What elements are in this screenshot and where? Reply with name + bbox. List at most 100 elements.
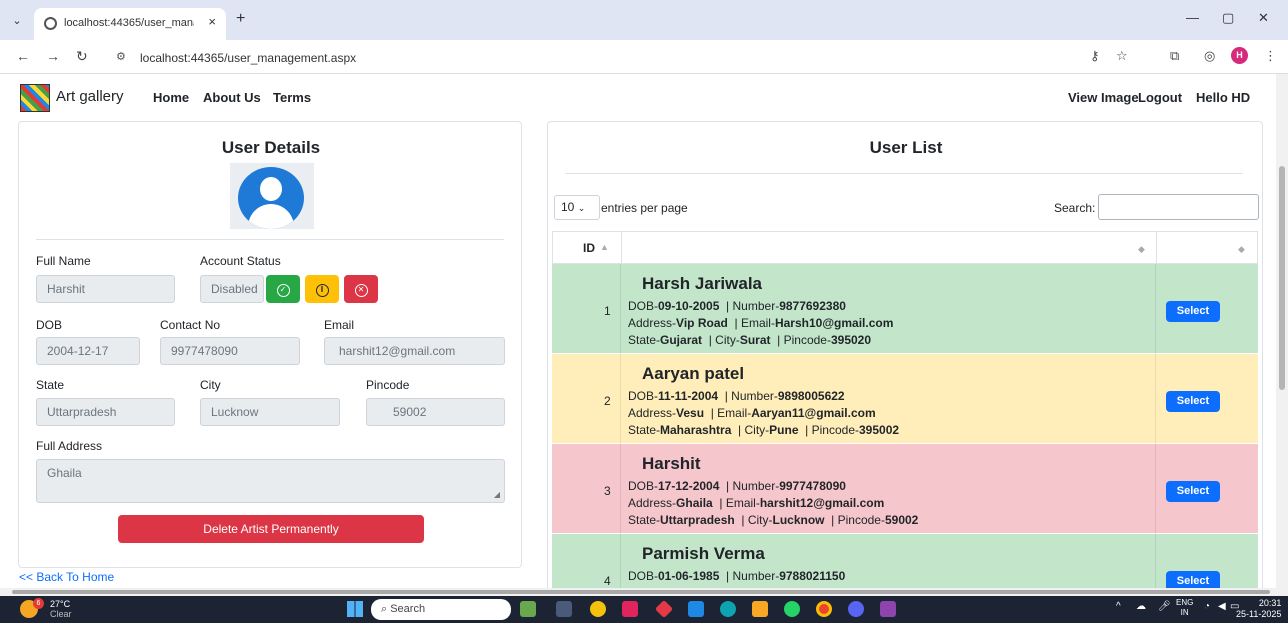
tab-search-icon[interactable]: ⌄ bbox=[8, 12, 26, 30]
user-address-email: Address-Vip Road | Email-Harsh10@gmail.c… bbox=[628, 316, 894, 330]
taskbar-search[interactable]: ⌕ Search bbox=[371, 599, 511, 620]
user-name: Harshit bbox=[642, 454, 701, 473]
contact-field[interactable]: 9977478090 bbox=[160, 337, 300, 365]
pincode-field[interactable]: 59002 bbox=[366, 398, 505, 426]
app-icon[interactable] bbox=[520, 601, 536, 617]
account-status-field[interactable]: Disabled bbox=[200, 275, 264, 303]
browser-tab[interactable]: localhost:44365/user_managem × bbox=[34, 8, 226, 40]
tab-title: localhost:44365/user_managem bbox=[64, 17, 194, 29]
sort-icon[interactable]: ◆ bbox=[1238, 244, 1245, 255]
pause-button[interactable]: ‖ bbox=[305, 275, 339, 303]
table-row: 2 Aaryan patel DOB-11-11-2004 | Number-989… bbox=[552, 354, 1258, 444]
user-address-email: Address-Vesu | Email-Aaryan11@gmail.com bbox=[628, 406, 876, 420]
restore-icon[interactable]: ▢ bbox=[1222, 10, 1234, 26]
column-header-id[interactable]: ID bbox=[583, 241, 595, 255]
forward-icon[interactable]: → bbox=[46, 48, 60, 64]
windows-start-icon[interactable] bbox=[347, 601, 363, 617]
state-field[interactable]: Uttarpradesh bbox=[36, 398, 175, 426]
brand-name[interactable]: Art gallery bbox=[56, 88, 124, 105]
vertical-scrollbar[interactable] bbox=[1276, 74, 1288, 588]
x-circle-icon: ✕ bbox=[354, 284, 368, 297]
address-label: Full Address bbox=[36, 439, 103, 453]
pause-circle-icon: ‖ bbox=[315, 284, 329, 297]
nav-home[interactable]: Home bbox=[153, 90, 189, 105]
nav-terms[interactable]: Terms bbox=[273, 90, 311, 105]
address-text: Ghaila bbox=[47, 466, 82, 480]
url-field[interactable]: ⚙ localhost:44365/user_management.aspx bbox=[106, 46, 1256, 70]
select-user-button[interactable]: Select bbox=[1166, 571, 1220, 588]
volume-icon[interactable]: ◀ bbox=[1218, 601, 1226, 612]
app-icon[interactable] bbox=[622, 601, 638, 617]
divider bbox=[565, 173, 1243, 174]
entries-per-page-select[interactable]: 10 ⌄ bbox=[554, 195, 600, 220]
whatsapp-icon[interactable] bbox=[784, 601, 800, 617]
cloud-icon[interactable]: ☁ bbox=[1136, 601, 1146, 612]
nav-logout[interactable]: Logout bbox=[1138, 90, 1182, 105]
edge-icon[interactable] bbox=[720, 601, 736, 617]
minimize-icon[interactable]: — bbox=[1186, 10, 1199, 25]
user-state-city: State-Maharashtra | City-Pune | Pincode-… bbox=[628, 423, 900, 437]
sort-icon[interactable]: ◆ bbox=[1138, 244, 1145, 255]
site-info-icon[interactable]: ⚙ bbox=[116, 50, 126, 63]
full-name-field[interactable]: Harshit bbox=[36, 275, 175, 303]
wifi-icon[interactable]: ◔ bbox=[1204, 601, 1210, 612]
bookmark-star-icon[interactable]: ☆ bbox=[1116, 48, 1128, 64]
password-key-icon[interactable]: ⚷ bbox=[1090, 48, 1100, 64]
task-view-icon[interactable] bbox=[556, 601, 572, 617]
discord-icon[interactable] bbox=[848, 601, 864, 617]
search-input[interactable] bbox=[1098, 194, 1259, 220]
mic-icon[interactable]: 🎤︎ bbox=[1158, 601, 1171, 612]
dob-field[interactable]: 2004-12-17 bbox=[36, 337, 140, 365]
disable-button[interactable]: ✕ bbox=[344, 275, 378, 303]
back-icon[interactable]: ← bbox=[16, 48, 30, 64]
clock[interactable]: 20:31 25-11-2025 bbox=[1236, 598, 1281, 620]
delete-artist-button[interactable]: Delete Artist Permanently bbox=[118, 515, 424, 543]
nav-user-greeting[interactable]: Hello HD bbox=[1196, 90, 1250, 105]
divider bbox=[36, 239, 504, 240]
file-explorer-icon[interactable] bbox=[752, 601, 768, 617]
art-gallery-logo[interactable] bbox=[20, 84, 50, 112]
user-dob-number: DOB-01-06-1985 | Number-9788021150 bbox=[628, 569, 846, 583]
sort-ascending-icon[interactable]: ▲ bbox=[600, 242, 609, 252]
weather-text[interactable]: 27°C Clear bbox=[50, 599, 72, 619]
back-to-home-link[interactable]: << Back To Home bbox=[19, 570, 114, 584]
chrome-icon[interactable] bbox=[816, 601, 832, 617]
select-user-button[interactable]: Select bbox=[1166, 391, 1220, 412]
table-row: 1 Harsh Jariwala DOB-09-10-2005 | Number-9… bbox=[552, 264, 1258, 354]
menu-kebab-icon[interactable]: ⋮ bbox=[1264, 48, 1277, 64]
user-icon bbox=[238, 167, 304, 229]
language-indicator[interactable]: ENG IN bbox=[1176, 598, 1193, 618]
reload-icon[interactable]: ↻ bbox=[76, 48, 88, 65]
email-field[interactable]: harshit12@gmail.com bbox=[324, 337, 505, 365]
search-label: Search: bbox=[1054, 201, 1096, 215]
user-details-card: User Details Full Name Account Status Ha… bbox=[18, 121, 522, 568]
browser-tab-bar: ⌄ localhost:44365/user_managem × + — ▢ ✕ bbox=[0, 0, 1288, 40]
store-icon[interactable] bbox=[688, 601, 704, 617]
address-field[interactable]: Ghaila ◢ bbox=[36, 459, 505, 503]
app-icon[interactable] bbox=[654, 599, 674, 619]
show-hidden-icons[interactable]: ^ bbox=[1116, 601, 1121, 612]
nav-view-image[interactable]: View Image bbox=[1068, 90, 1139, 105]
dob-label: DOB bbox=[36, 318, 63, 332]
select-user-button[interactable]: Select bbox=[1166, 481, 1220, 502]
user-state-city: State-Gujarat | City-Surat | Pincode-395… bbox=[628, 333, 872, 347]
user-dob-number: DOB-11-11-2004 | Number-9898005622 bbox=[628, 389, 845, 403]
user-dob-number: DOB-17-12-2004 | Number-9977478090 bbox=[628, 479, 846, 493]
copilot-icon[interactable]: ◎ bbox=[1204, 48, 1215, 64]
city-field[interactable]: Lucknow bbox=[200, 398, 340, 426]
new-tab-icon[interactable]: + bbox=[236, 10, 245, 28]
nav-about-us[interactable]: About Us bbox=[203, 90, 261, 105]
row-id: 4 bbox=[604, 574, 611, 588]
horizontal-scrollbar[interactable] bbox=[0, 588, 1288, 596]
close-tab-icon[interactable]: × bbox=[208, 14, 216, 29]
user-address-email: Address-Ghaila | Email-harshit12@gmail.c… bbox=[628, 496, 885, 510]
activate-button[interactable]: ✓ bbox=[266, 275, 300, 303]
resize-handle-icon[interactable]: ◢ bbox=[494, 490, 500, 499]
extensions-icon[interactable]: ⧉ bbox=[1170, 48, 1179, 64]
profile-avatar[interactable]: H bbox=[1231, 47, 1248, 64]
copilot-icon[interactable] bbox=[590, 601, 606, 617]
visual-studio-icon[interactable] bbox=[880, 601, 896, 617]
close-window-icon[interactable]: ✕ bbox=[1258, 10, 1269, 26]
pincode-label: Pincode bbox=[366, 378, 410, 392]
select-user-button[interactable]: Select bbox=[1166, 301, 1220, 322]
